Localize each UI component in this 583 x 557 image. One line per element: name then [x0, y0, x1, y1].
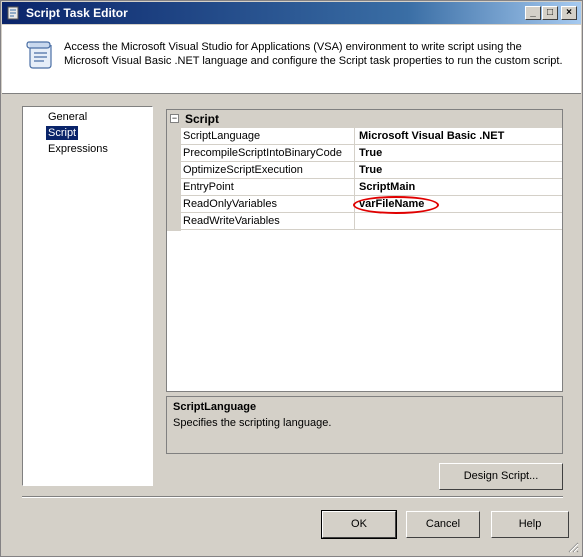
category-label: Script: [185, 112, 220, 126]
nav-item-expressions[interactable]: Expressions: [46, 142, 110, 156]
property-row-optimize[interactable]: OptimizeScriptExecution True: [181, 162, 562, 179]
description-title: ScriptLanguage: [173, 401, 257, 413]
collapse-toggle-icon[interactable]: −: [170, 114, 179, 123]
property-value[interactable]: Microsoft Visual Basic .NET: [359, 129, 504, 144]
script-task-editor-window: Script Task Editor _ □ × Access the Micr…: [0, 0, 583, 557]
column-separator[interactable]: [354, 179, 355, 195]
property-name: OptimizeScriptExecution: [183, 164, 303, 176]
close-button[interactable]: ×: [561, 6, 577, 20]
property-value[interactable]: ScriptMain: [359, 180, 415, 195]
property-row-precompile[interactable]: PrecompileScriptIntoBinaryCode True: [181, 145, 562, 162]
description-panel: ScriptLanguage Specifies the scripting l…: [166, 396, 563, 454]
column-separator[interactable]: [354, 145, 355, 161]
nav-item-general[interactable]: General: [46, 110, 89, 124]
cancel-button[interactable]: Cancel: [406, 511, 480, 538]
column-separator[interactable]: [354, 128, 355, 144]
property-value[interactable]: True: [359, 146, 382, 161]
property-name: EntryPoint: [183, 181, 234, 193]
property-name: ReadOnlyVariables: [183, 198, 277, 210]
help-button[interactable]: Help: [491, 511, 569, 538]
maximize-button[interactable]: □: [542, 6, 558, 20]
property-grid[interactable]: − Script ScriptLanguage Microsoft Visual…: [166, 109, 563, 392]
title-bar[interactable]: Script Task Editor _ □ ×: [2, 2, 581, 24]
header-panel: Access the Microsoft Visual Studio for A…: [2, 25, 581, 94]
resize-grip-icon[interactable]: [567, 541, 579, 553]
script-task-icon: [7, 6, 19, 20]
page-nav-list[interactable]: General Script Expressions: [22, 106, 153, 486]
property-name: ReadWriteVariables: [183, 215, 280, 227]
nav-item-script[interactable]: Script: [46, 126, 79, 140]
footer-divider: [22, 496, 563, 498]
category-script[interactable]: − Script: [167, 110, 562, 128]
highlight-ellipse: [353, 196, 439, 214]
description-text: Specifies the scripting language.: [173, 417, 332, 429]
minimize-button[interactable]: _: [525, 6, 541, 20]
script-scroll-icon: [26, 41, 52, 69]
property-name: ScriptLanguage: [183, 130, 261, 142]
grid-gutter: [167, 128, 181, 231]
property-name: PrecompileScriptIntoBinaryCode: [183, 147, 342, 159]
window-title: Script Task Editor: [26, 6, 128, 20]
property-value[interactable]: True: [359, 163, 382, 178]
header-description: Access the Microsoft Visual Studio for A…: [64, 41, 563, 67]
property-row-entrypoint[interactable]: EntryPoint ScriptMain: [181, 179, 562, 196]
design-script-button[interactable]: Design Script...: [439, 463, 563, 490]
column-separator[interactable]: [354, 162, 355, 178]
property-row-scriptlanguage[interactable]: ScriptLanguage Microsoft Visual Basic .N…: [181, 128, 562, 145]
property-row-readwritevariables[interactable]: ReadWriteVariables: [181, 213, 562, 230]
ok-button[interactable]: OK: [321, 510, 397, 539]
column-separator[interactable]: [354, 213, 355, 229]
